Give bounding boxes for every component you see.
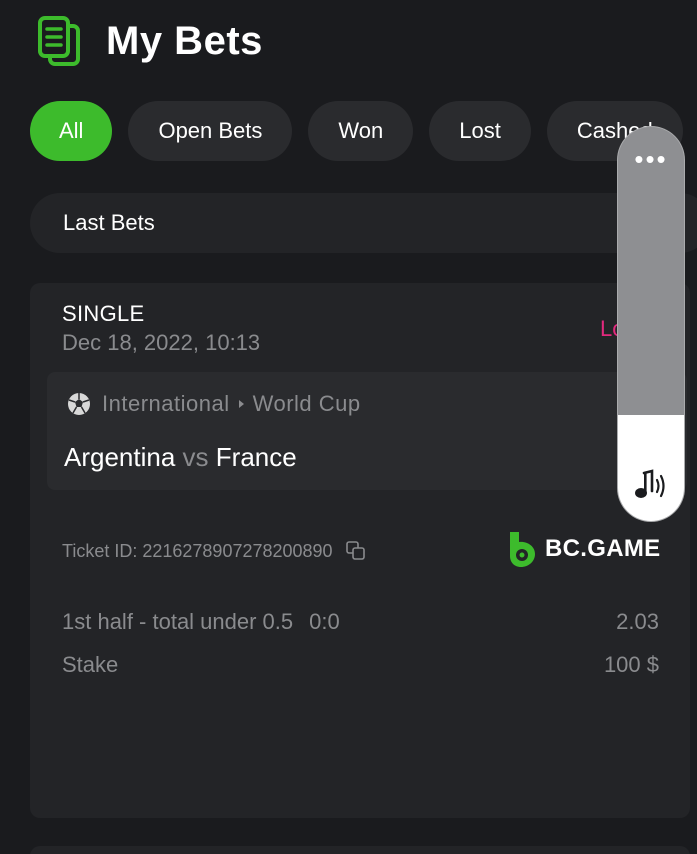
page-header: My Bets	[36, 14, 263, 68]
away-team: France	[215, 442, 297, 472]
caret-right-icon	[238, 400, 244, 408]
brand-logo: BC.GAME	[507, 530, 660, 568]
soccer-ball-icon	[68, 393, 90, 415]
bet-type: SINGLE	[62, 301, 145, 326]
music-volume-icon	[635, 469, 665, 498]
ticket-id: 2216278907278200890	[142, 540, 333, 561]
match-league: World Cup	[252, 391, 361, 416]
volume-level-fill	[618, 414, 684, 521]
last-bets-label: Last Bets	[63, 210, 155, 235]
bet-filter-tabs: All Open Bets Won Lost Cashed	[30, 101, 683, 161]
copy-icon[interactable]	[345, 540, 367, 562]
ticket-label: Ticket ID:	[62, 540, 138, 561]
next-bet-card[interactable]	[30, 846, 690, 854]
bet-card[interactable]: SINGLE Dec 18, 2022, 10:13 Lost Internat…	[30, 283, 690, 818]
tab-open-bets[interactable]: Open Bets	[128, 101, 293, 161]
match-box[interactable]: International World Cup Argentina vs Fra…	[47, 372, 687, 490]
bets-document-icon	[38, 16, 80, 66]
last-bets-selector[interactable]: Last Bets	[30, 193, 697, 253]
brand-name: BC.GAME	[545, 535, 661, 562]
tab-won[interactable]: Won	[308, 101, 414, 161]
selection-odds: 2.03	[616, 609, 659, 634]
home-team: Argentina	[64, 442, 176, 472]
page-title: My Bets	[106, 18, 263, 63]
selection-score: 0:0	[309, 609, 340, 634]
ticket-id-row: Ticket ID: 2216278907278200890	[62, 540, 367, 562]
my-bets-screen: My Bets All Open Bets Won Lost Cashed La…	[0, 0, 697, 854]
stake-value: 100 $	[603, 652, 659, 677]
bet-date: Dec 18, 2022, 10:13	[62, 330, 261, 355]
stake-row: Stake 100 $	[62, 652, 659, 678]
stake-label: Stake	[62, 652, 119, 677]
more-options-icon[interactable]: •••	[618, 146, 684, 172]
volume-slider[interactable]: •••	[617, 126, 685, 522]
bcgame-logo-icon	[510, 532, 535, 567]
match-category: International	[102, 391, 230, 416]
selection-name: 1st half - total under 0.5	[62, 609, 294, 634]
tab-lost[interactable]: Lost	[429, 101, 531, 161]
tab-all[interactable]: All	[30, 101, 113, 161]
league-breadcrumb: International World Cup	[102, 391, 361, 417]
selection-row: 1st half - total under 0.5 0:0 2.03	[62, 609, 659, 635]
match-title: Argentina vs France	[64, 442, 297, 473]
vs-label: vs	[182, 442, 209, 472]
